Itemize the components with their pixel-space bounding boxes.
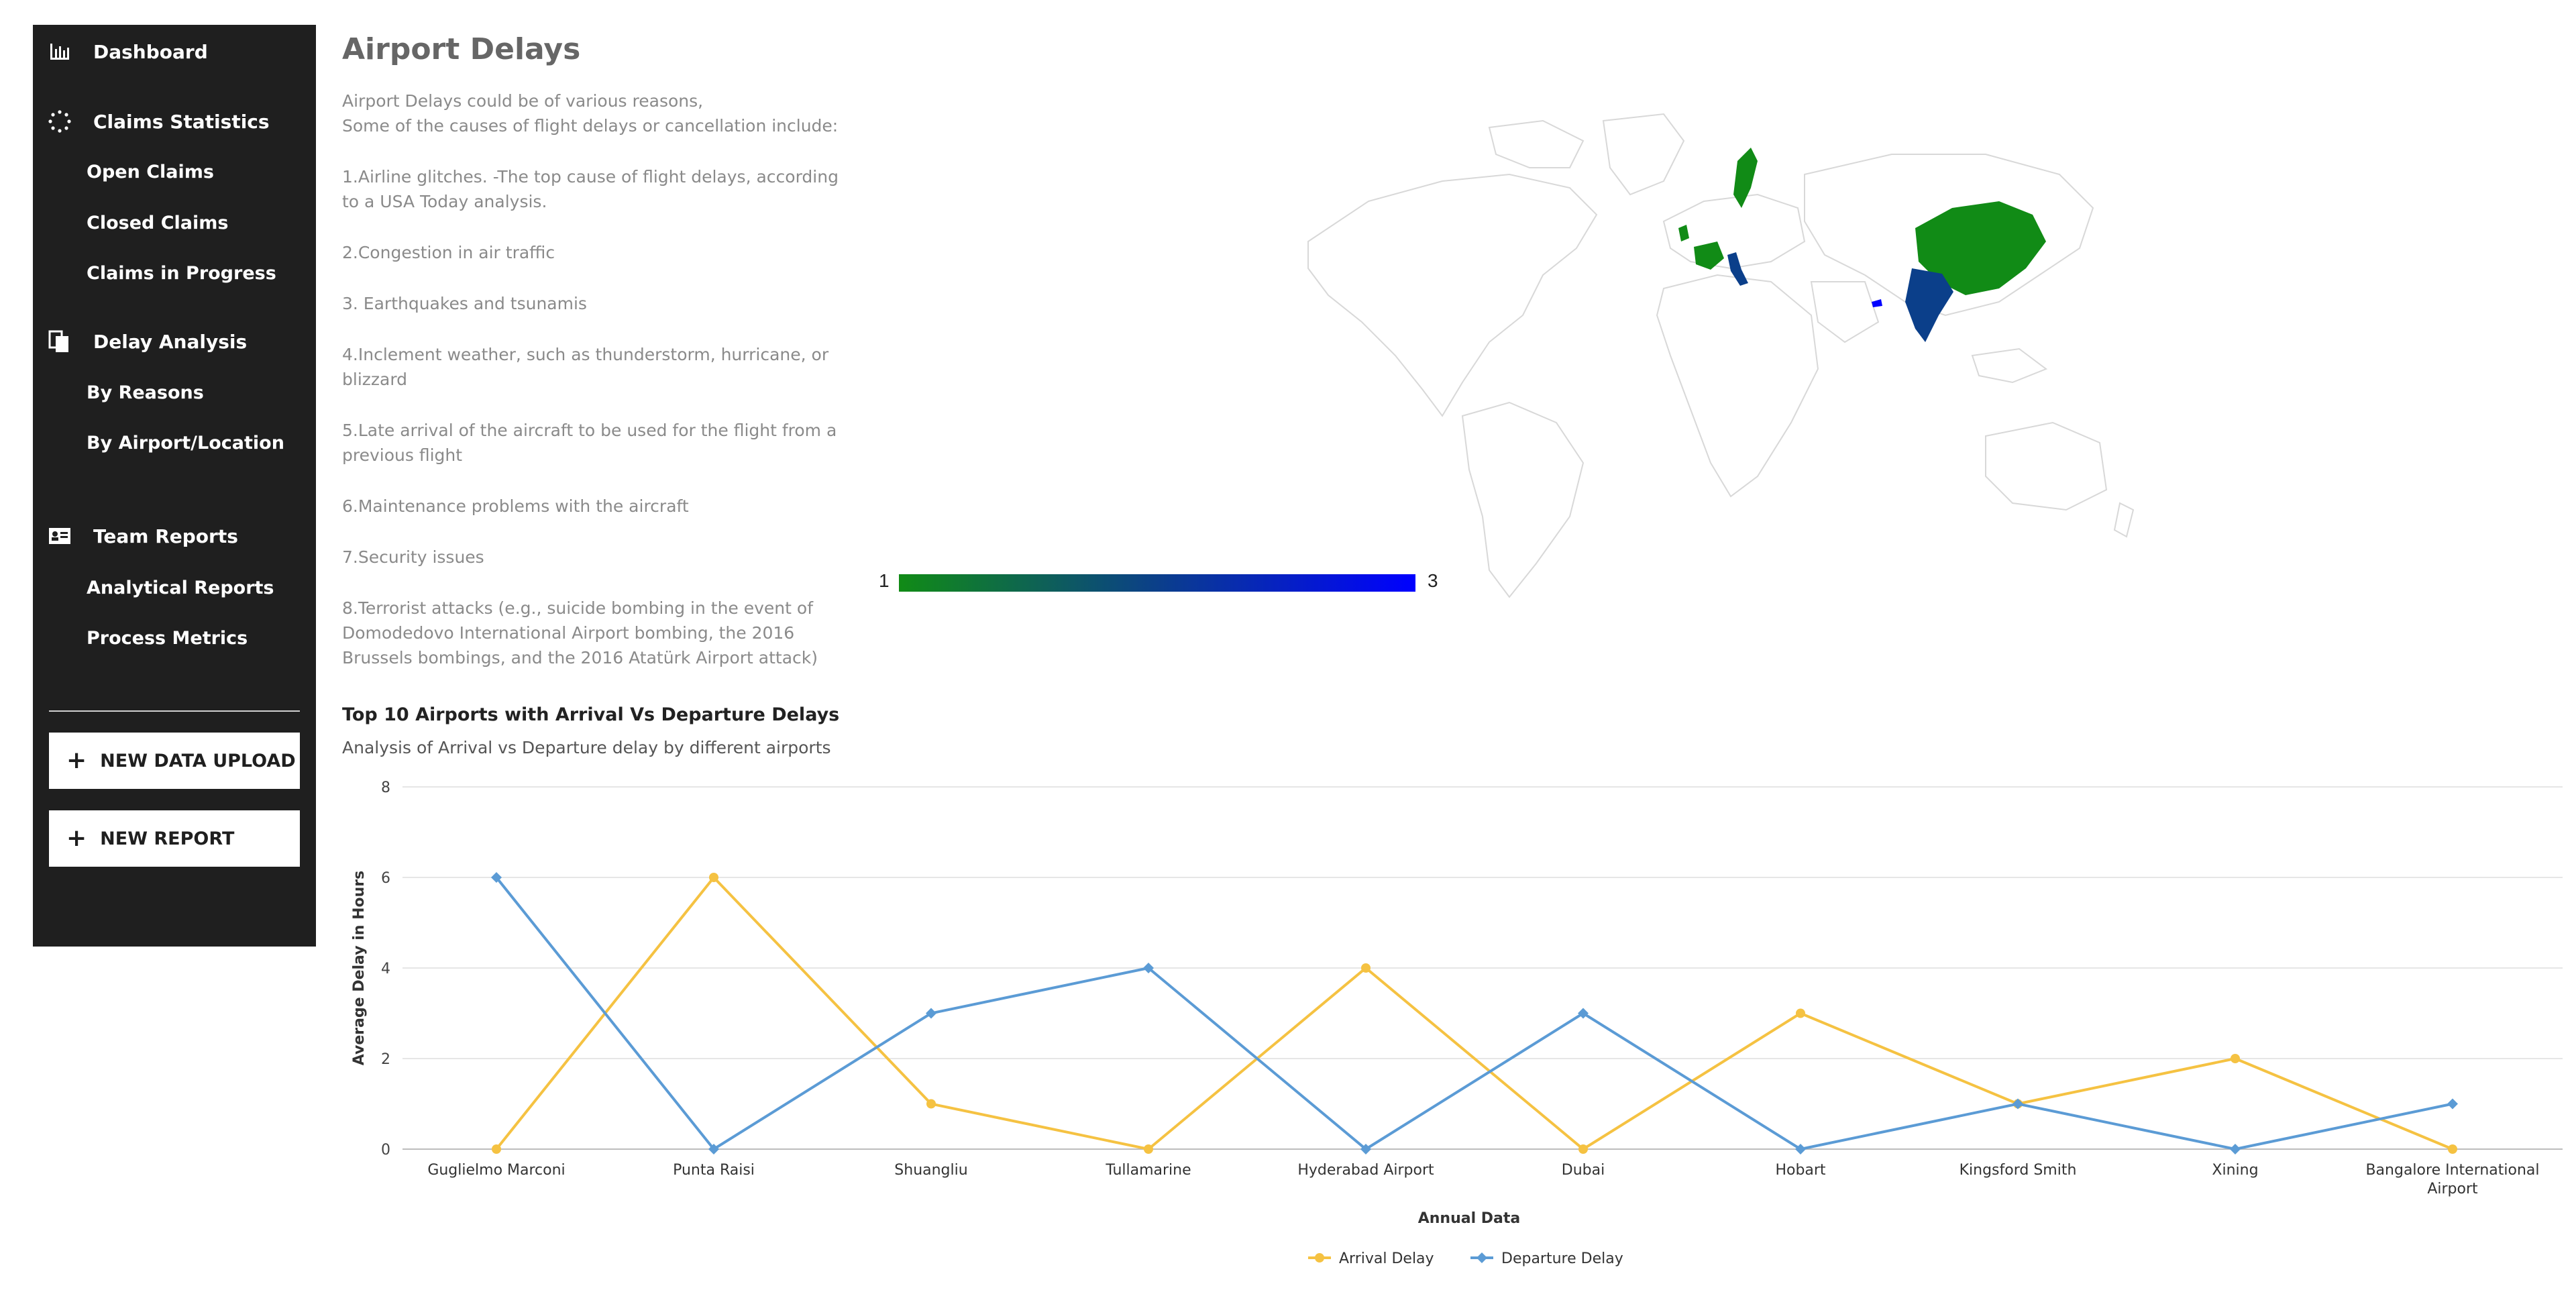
new-data-upload-label: NEW DATA UPLOAD — [100, 750, 296, 771]
world-map — [1288, 101, 2140, 624]
legend-marker — [1477, 1252, 1487, 1263]
x-tick-label: Punta Raisi — [673, 1162, 755, 1179]
cause-item: 8.Terrorist attacks (e.g., suicide bombi… — [342, 598, 818, 667]
x-tick-label: Tullamarine — [1105, 1162, 1191, 1179]
series-line-arrival — [495, 875, 2453, 1151]
map-country-uae — [1872, 299, 1882, 307]
nav-team-reports[interactable]: Team Reports — [33, 524, 238, 548]
y-axis-label: Average Delay in Hours — [351, 871, 368, 1065]
bar-chart-icon — [48, 40, 72, 64]
new-data-upload-button[interactable]: + NEW DATA UPLOAD — [49, 733, 300, 789]
legend-marker — [1315, 1253, 1324, 1262]
cause-item: 1.Airline glitches. -The top cause of fl… — [342, 167, 839, 211]
x-tick-label: Hyderabad Airport — [1297, 1162, 1434, 1179]
documents-icon — [48, 329, 72, 354]
page-title: Airport Delays — [342, 32, 581, 66]
arrival-point — [926, 1099, 936, 1109]
nav-by-reasons[interactable]: By Reasons — [87, 382, 204, 403]
x-tick-label: Hobart — [1775, 1162, 1825, 1179]
chart-subtitle: Analysis of Arrival vs Departure delay b… — [342, 738, 831, 757]
map-land — [1307, 113, 2135, 598]
new-report-button[interactable]: + NEW REPORT — [49, 810, 300, 867]
departure-point — [2012, 1098, 2023, 1110]
nav-delay-analysis-label: Delay Analysis — [93, 330, 248, 353]
x-tick-label: Guglielmo Marconi — [427, 1162, 565, 1179]
x-tick-label: Bangalore International — [2365, 1162, 2539, 1179]
arrival-point — [2231, 1054, 2240, 1063]
nav-delay-analysis[interactable]: Delay Analysis — [33, 329, 247, 354]
cause-item: 5.Late arrival of the aircraft to be use… — [342, 421, 837, 465]
cause-item: 4.Inclement weather, such as thunderstor… — [342, 345, 829, 389]
plus-icon: + — [66, 824, 87, 852]
cause-item: 6.Maintenance problems with the aircraft — [342, 496, 689, 516]
arrival-point — [492, 1144, 501, 1154]
departure-point — [2447, 1098, 2458, 1110]
y-tick-label: 2 — [381, 1051, 390, 1068]
series-line-departure — [495, 876, 2453, 1151]
cause-item: 3. Earthquakes and tsunamis — [342, 294, 587, 313]
legend-label: Arrival Delay — [1339, 1250, 1434, 1267]
nav-by-airport[interactable]: By Airport/Location — [87, 433, 284, 453]
new-report-label: NEW REPORT — [100, 828, 235, 849]
id-card-icon — [48, 524, 72, 548]
arrival-point — [709, 873, 718, 882]
x-tick-label: Dubai — [1562, 1162, 1605, 1179]
sidebar: Dashboard Claims Statistics Open Claims … — [33, 25, 316, 947]
delay-line-chart: 0 2 4 6 8 Average Delay in Hours Guglielmo Mar… — [351, 780, 2563, 1267]
nav-closed-claims[interactable]: Closed Claims — [87, 213, 228, 233]
cause-item: 7.Security issues — [342, 547, 484, 567]
map-legend-min: 1 — [879, 570, 890, 591]
cause-item: 2.Congestion in air traffic — [342, 243, 555, 262]
departure-point — [2230, 1144, 2241, 1154]
x-tick-label: Shuangliu — [894, 1162, 967, 1179]
nav-dashboard-label: Dashboard — [93, 40, 208, 63]
nav-process-metrics[interactable]: Process Metrics — [87, 628, 248, 649]
chart-title: Top 10 Airports with Arrival Vs Departur… — [342, 704, 840, 725]
arrival-point — [1144, 1144, 1153, 1154]
map-legend-scale: 1 3 — [879, 570, 1438, 597]
nav-analytical-reports[interactable]: Analytical Reports — [87, 578, 274, 598]
intro-text: Airport Delays could be of various reaso… — [342, 89, 852, 696]
arrival-point — [1578, 1144, 1588, 1154]
legend-label: Departure Delay — [1501, 1250, 1623, 1267]
arrival-point — [1796, 1008, 1805, 1018]
x-axis-label: Annual Data — [1418, 1210, 1521, 1227]
y-tick-label: 8 — [381, 780, 390, 796]
y-tick-label: 0 — [381, 1142, 390, 1159]
x-tick-label: Kingsford Smith — [1960, 1162, 2077, 1179]
spinner-icon — [48, 109, 72, 133]
arrival-point — [1361, 963, 1371, 973]
map-legend-max: 3 — [1428, 570, 1438, 591]
sidebar-divider — [49, 710, 300, 712]
nav-claims-statistics[interactable]: Claims Statistics — [33, 109, 270, 133]
page: Dashboard Claims Statistics Open Claims … — [0, 0, 2576, 1290]
y-tick-label: 6 — [381, 870, 390, 887]
intro-line-2: Some of the causes of flight delays or c… — [342, 116, 839, 136]
nav-dashboard[interactable]: Dashboard — [33, 40, 208, 64]
x-tick-label: Airport — [2427, 1181, 2478, 1197]
arrival-point — [2448, 1144, 2457, 1154]
x-tick-label: Xining — [2212, 1162, 2258, 1179]
nav-claims-statistics-label: Claims Statistics — [93, 110, 270, 133]
y-tick-label: 4 — [381, 961, 390, 977]
intro-line-1: Airport Delays could be of various reaso… — [342, 91, 704, 111]
nav-open-claims[interactable]: Open Claims — [87, 162, 214, 182]
map-legend-gradient — [899, 574, 1415, 592]
nav-team-reports-label: Team Reports — [93, 525, 238, 547]
plus-icon: + — [66, 747, 87, 774]
nav-claims-in-progress[interactable]: Claims in Progress — [87, 263, 276, 284]
